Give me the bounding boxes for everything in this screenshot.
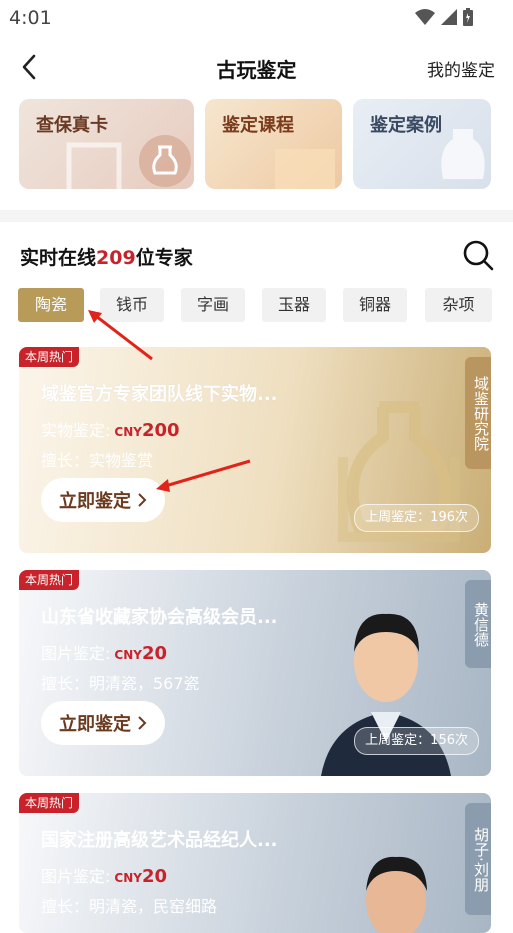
- price-label: 图片鉴定:: [41, 867, 111, 886]
- expert-card[interactable]: 本周热门 山东省收藏家协会高级会员... 图片鉴定: CNY20 擅长：明清瓷，5…: [19, 570, 491, 776]
- specialty-text: 擅长：实物鉴赏: [41, 451, 154, 470]
- hot-badge: 本周热门: [19, 347, 80, 367]
- expert-tag: 胡子·刘朋: [465, 803, 491, 915]
- tab-ceramics[interactable]: 陶瓷: [18, 288, 84, 322]
- expert-tag: 域鉴研究院: [465, 357, 491, 469]
- category-tabs: 陶瓷 钱币 字画 玉器 铜器 杂项: [18, 288, 494, 322]
- section-divider: [0, 210, 513, 222]
- currency: CNY: [114, 871, 142, 885]
- book-decor-icon: [275, 149, 335, 189]
- specialty-text: 擅长：明清瓷，567瓷: [41, 674, 200, 693]
- search-button[interactable]: [462, 239, 494, 271]
- banner-label: 鉴定案例: [370, 115, 442, 136]
- status-bar: 4:01: [0, 0, 513, 34]
- chevron-right-icon: [138, 716, 147, 730]
- price-row: 图片鉴定: CNY20: [41, 640, 167, 664]
- experts-count: 209: [96, 247, 136, 269]
- tab-misc[interactable]: 杂项: [425, 288, 492, 322]
- app-header: 古玩鉴定 我的鉴定: [0, 44, 513, 92]
- weekly-count: 上周鉴定：156次: [354, 727, 479, 755]
- banner-label: 鉴定课程: [222, 115, 294, 136]
- expert-avatar: [366, 856, 427, 933]
- experts-online-title: 实时在线209位专家: [20, 243, 193, 270]
- vase-emblem-icon: [139, 135, 191, 187]
- status-icons: [415, 8, 473, 26]
- decor-frame-icon: [66, 142, 122, 189]
- cta-label: 立即鉴定: [59, 491, 131, 512]
- battery-icon: [463, 8, 473, 26]
- price-amount: 20: [141, 866, 168, 887]
- cta-label: 立即鉴定: [59, 714, 131, 735]
- tab-bronze[interactable]: 铜器: [343, 288, 407, 322]
- signal-icon: [441, 9, 457, 25]
- tab-calligraphy[interactable]: 字画: [181, 288, 245, 322]
- experts-suffix: 位专家: [135, 247, 193, 269]
- card-title: 国家注册高级艺术品经纪人...: [41, 830, 278, 851]
- chevron-right-icon: [138, 493, 147, 507]
- banner-card-course[interactable]: 鉴定课程: [205, 99, 342, 189]
- experts-prefix: 实时在线: [20, 247, 97, 269]
- expert-card[interactable]: 本周热门 国家注册高级艺术品经纪人... 图片鉴定: CNY20 擅长：明清瓷，民…: [19, 793, 491, 933]
- price-amount: 200: [141, 420, 180, 441]
- specialty-text: 擅长：明清瓷，民窑细路: [41, 897, 218, 916]
- banner-card-cases[interactable]: 鉴定案例: [353, 99, 491, 189]
- card-title: 山东省收藏家协会高级会员...: [41, 607, 278, 628]
- currency: CNY: [114, 648, 142, 662]
- hot-badge: 本周热门: [19, 570, 80, 590]
- price-label: 图片鉴定:: [41, 644, 111, 663]
- tab-coins[interactable]: 钱币: [100, 288, 164, 322]
- my-appraisals-link[interactable]: 我的鉴定: [427, 56, 495, 81]
- search-icon: [463, 240, 494, 271]
- banner-card-verify[interactable]: 查保真卡: [19, 99, 194, 189]
- expert-card[interactable]: 本周热门 域鉴官方专家团队线下实物... 实物鉴定: CNY200 擅长：实物鉴赏…: [19, 347, 491, 553]
- expert-tag: 黄信德: [465, 580, 491, 668]
- wifi-icon: [415, 9, 435, 25]
- weekly-count: 上周鉴定：196次: [354, 504, 479, 532]
- card-title: 域鉴官方专家团队线下实物...: [41, 384, 278, 405]
- price-label: 实物鉴定:: [41, 421, 111, 440]
- tab-jade[interactable]: 玉器: [262, 288, 326, 322]
- price-row: 图片鉴定: CNY20: [41, 863, 167, 887]
- price-row: 实物鉴定: CNY200: [41, 417, 180, 441]
- appraise-now-button[interactable]: 立即鉴定: [41, 478, 165, 522]
- status-time: 4:01: [9, 7, 52, 29]
- price-amount: 20: [141, 643, 168, 664]
- porcelain-decor-icon: [441, 129, 485, 179]
- appraise-now-button[interactable]: 立即鉴定: [41, 701, 165, 745]
- hot-badge: 本周热门: [19, 793, 80, 813]
- currency: CNY: [114, 425, 142, 439]
